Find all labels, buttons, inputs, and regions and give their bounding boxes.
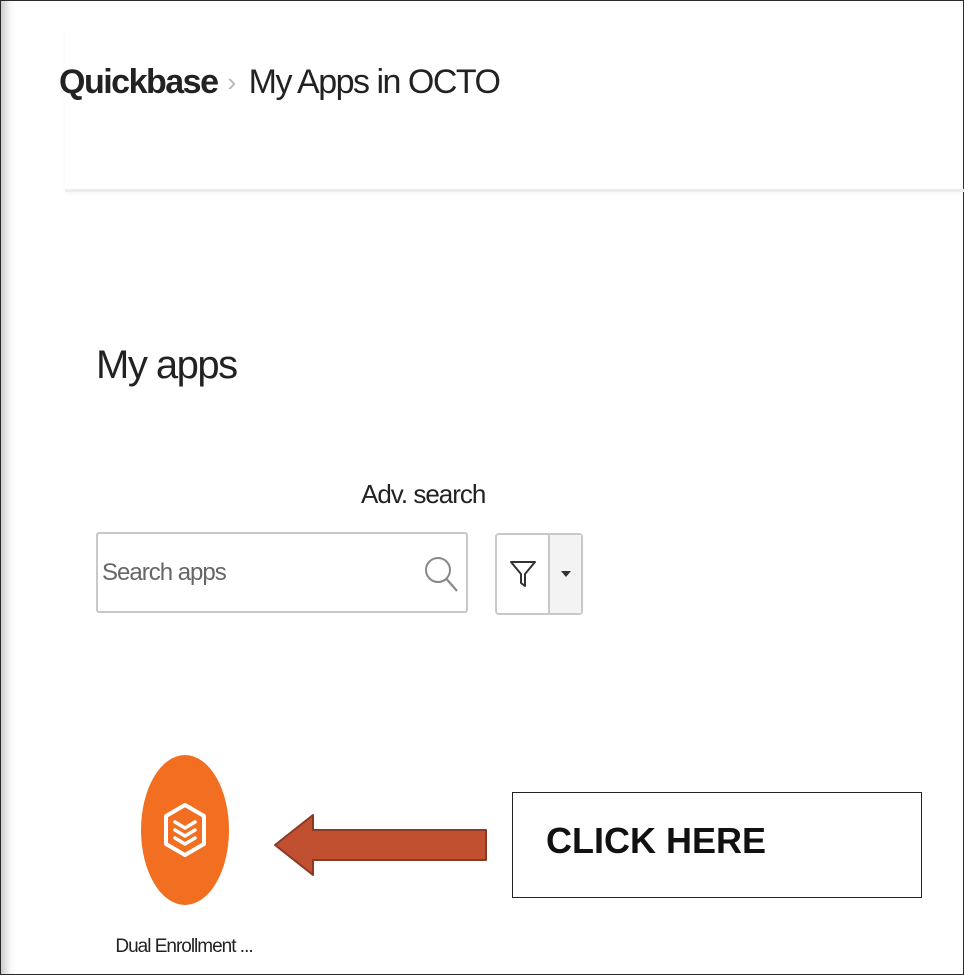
app-cube-icon [164,803,206,857]
app-icon-circle[interactable] [141,755,229,905]
app-tile-dual-enrollment[interactable]: Dual Enrollment ... [99,751,269,976]
breadcrumb-current: My Apps in OCTO [248,63,501,101]
filter-icon [509,561,536,587]
caret-down-icon [560,571,571,577]
screenshot-frame: Quickbase › My Apps in OCTO My apps Adv.… [0,0,964,975]
filter-dropdown-button[interactable] [548,535,581,613]
search-box [96,532,468,613]
filter-control [495,533,583,615]
page-header [65,29,964,192]
search-input[interactable] [102,552,402,594]
breadcrumb-separator-icon: › [227,67,236,97]
search-icon[interactable] [422,554,460,594]
filter-button[interactable] [497,535,548,613]
adv-search-link[interactable]: Adv. search [361,479,486,510]
callout-label: CLICK HERE [546,820,767,861]
callout-box: CLICK HERE [512,792,922,898]
page-title: My apps [96,343,238,387]
pointer-arrow-icon [274,814,487,876]
app-tile-label[interactable]: Dual Enrollment ... [99,936,269,958]
breadcrumb: Quickbase › My Apps in OCTO [59,63,501,102]
breadcrumb-root-link[interactable]: Quickbase [59,63,219,102]
